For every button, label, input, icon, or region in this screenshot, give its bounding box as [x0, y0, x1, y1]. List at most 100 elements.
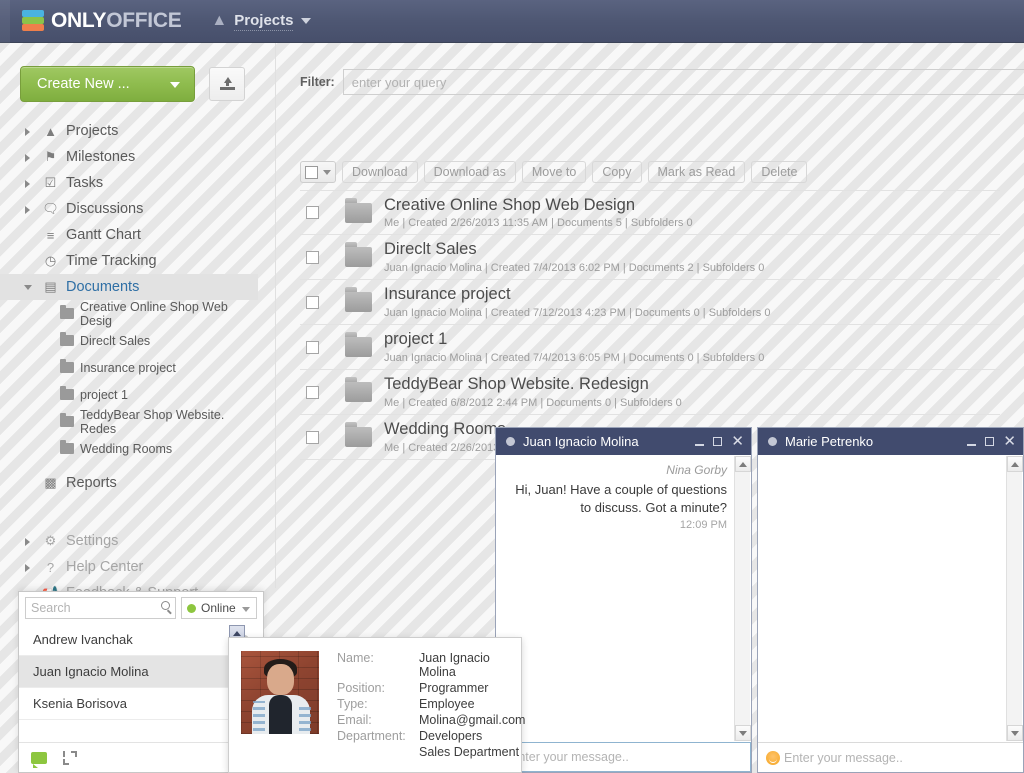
field-value-email: Molina@gmail.com	[419, 713, 526, 727]
document-meta: Me | Created 6/8/2012 2:44 PM | Document…	[384, 396, 682, 409]
chevron-right-icon[interactable]	[25, 180, 30, 188]
filter-input[interactable]	[342, 69, 1024, 95]
folder-icon	[60, 359, 74, 373]
minimize-icon[interactable]	[967, 444, 977, 446]
row-checkbox[interactable]	[306, 250, 319, 264]
documents-list: Creative Online Shop Web Design Me | Cre…	[300, 190, 1000, 460]
chevron-down-icon[interactable]	[24, 285, 32, 294]
delete-button[interactable]: Delete	[751, 161, 808, 183]
sidebar-subitem-project-1[interactable]: project 1	[0, 381, 258, 408]
sidebar-subitem-teddybear-shop[interactable]: TeddyBear Shop Website. Redes	[0, 408, 258, 436]
minimize-icon[interactable]	[695, 444, 705, 446]
list-item[interactable]: Ksenia Borisova	[19, 688, 263, 720]
table-row[interactable]: TeddyBear Shop Website. Redesign Me | Cr…	[300, 370, 1000, 415]
select-all-dropdown[interactable]	[300, 161, 336, 183]
sidebar-item-gantt-chart[interactable]: ≡ Gantt Chart	[0, 222, 258, 248]
logo-stack-icon	[22, 10, 44, 32]
chat-input-juan[interactable]: Enter your message..	[496, 742, 751, 772]
row-checkbox[interactable]	[306, 340, 319, 354]
sidebar-subitem-wedding-rooms[interactable]: Wedding Rooms	[0, 435, 258, 462]
expand-icon[interactable]	[63, 750, 77, 765]
onlyoffice-logo[interactable]: ONLYOFFICE	[22, 9, 182, 33]
chevron-right-icon[interactable]	[25, 538, 30, 546]
mark-as-read-button[interactable]: Mark as Read	[647, 161, 746, 183]
table-row[interactable]: Creative Online Shop Web Design Me | Cre…	[300, 190, 1000, 235]
move-to-button[interactable]: Move to	[521, 161, 587, 183]
maximize-icon[interactable]	[713, 437, 723, 446]
sidebar-item-discussions[interactable]: 🗨 Discussions	[0, 196, 258, 222]
create-new-button[interactable]: Create New ...	[20, 66, 195, 102]
row-checkbox[interactable]	[306, 295, 319, 309]
sidebar-subitem-creative-online-shop[interactable]: Creative Online Shop Web Desig	[0, 300, 258, 328]
scroll-down-icon[interactable]	[735, 725, 751, 741]
projects-icon: ▲	[44, 123, 57, 139]
chevron-right-icon[interactable]	[25, 564, 30, 572]
scroll-up-icon[interactable]	[1007, 456, 1023, 472]
sidebar-item-reports[interactable]: ▩ Reports	[0, 470, 258, 496]
scroll-down-icon[interactable]	[1007, 725, 1023, 741]
contact-info-card: Name: Juan Ignacio Molina Position: Prog…	[228, 637, 526, 773]
chat-window-marie[interactable]: Marie Petrenko ✕ Enter your message..	[757, 427, 1024, 773]
row-checkbox[interactable]	[306, 385, 319, 399]
sidebar-item-time-tracking[interactable]: ◷ Time Tracking	[0, 248, 258, 274]
chat-message: Nina Gorby Hi, Juan! Have a couple of qu…	[496, 455, 751, 535]
table-row[interactable]: Insurance project Juan Ignacio Molina | …	[300, 280, 1000, 325]
sidebar-item-documents[interactable]: ▤ Documents	[0, 274, 258, 300]
list-item[interactable]: Juan Ignacio Molina	[19, 656, 263, 688]
maximize-icon[interactable]	[985, 437, 995, 446]
folder-icon	[60, 305, 74, 319]
row-checkbox[interactable]	[306, 430, 319, 444]
list-item[interactable]: Andrew Ivanchak	[19, 624, 263, 656]
download-as-button[interactable]: Download as	[423, 161, 516, 183]
document-meta: Juan Ignacio Molina | Created 7/12/2013 …	[384, 306, 771, 319]
folder-icon	[60, 332, 74, 346]
chat-input-marie[interactable]: Enter your message..	[758, 742, 1023, 772]
flag-icon: ⚑	[44, 149, 57, 164]
search-input[interactable]: Search	[25, 597, 176, 619]
filter-label: Filter:	[300, 75, 335, 89]
close-icon[interactable]: ✕	[1003, 434, 1016, 449]
chevron-right-icon[interactable]	[25, 154, 30, 162]
sidebar-item-tasks[interactable]: ☑ Tasks	[0, 170, 258, 196]
chevron-right-icon[interactable]	[25, 128, 30, 136]
chat-scrollbar[interactable]	[734, 456, 751, 741]
documents-toolbar: Download Download as Move to Copy Mark a…	[300, 161, 808, 183]
copy-button[interactable]: Copy	[592, 161, 642, 183]
row-checkbox[interactable]	[306, 206, 319, 219]
module-selector[interactable]: ▲ Projects	[211, 12, 312, 31]
chat-window-juan[interactable]: Juan Ignacio Molina ✕ Nina Gorby Hi, Jua…	[495, 427, 752, 773]
app-root: ONLYOFFICE ▲ Projects Filter: Download D…	[0, 0, 1024, 773]
field-label-email: Email:	[337, 713, 372, 727]
table-row[interactable]: Direclt Sales Juan Ignacio Molina | Crea…	[300, 235, 1000, 280]
top-header: ONLYOFFICE ▲ Projects	[0, 0, 1024, 43]
sidebar-subitem-insurance-project[interactable]: Insurance project	[0, 354, 258, 381]
field-label-type: Type:	[337, 697, 368, 711]
sidebar-item-settings[interactable]: ⚙ Settings	[0, 528, 258, 554]
emoji-icon[interactable]	[766, 750, 780, 765]
chat-scrollbar[interactable]	[1006, 456, 1023, 741]
field-value-type: Employee	[419, 697, 475, 711]
chevron-right-icon[interactable]	[25, 206, 30, 214]
sidebar-subitem-label: project 1	[80, 387, 128, 402]
select-all-checkbox[interactable]	[305, 165, 318, 179]
scroll-up-icon[interactable]	[735, 456, 751, 472]
status-dropdown[interactable]: Online	[181, 597, 257, 619]
bar-chart-icon: ▩	[44, 475, 57, 490]
upload-button[interactable]	[209, 67, 245, 101]
message-time: 12:09 PM	[679, 519, 727, 532]
sidebar-item-help-center[interactable]: ? Help Center	[0, 554, 258, 580]
create-row: Create New ...	[20, 66, 245, 102]
download-button[interactable]: Download	[342, 161, 418, 183]
chat-title-bar[interactable]: Marie Petrenko ✕	[758, 428, 1023, 455]
chat-title-bar[interactable]: Juan Ignacio Molina ✕	[496, 428, 751, 455]
sidebar-item-milestones[interactable]: ⚑ Milestones	[0, 144, 258, 170]
contact-name: Ksenia Borisova	[33, 696, 127, 711]
chat-input-placeholder: Enter your message..	[784, 750, 903, 765]
sidebar-subitem-direclt-sales[interactable]: Direclt Sales	[0, 327, 258, 354]
upload-icon	[219, 76, 235, 92]
search-icon[interactable]	[161, 601, 170, 610]
table-row[interactable]: project 1 Juan Ignacio Molina | Created …	[300, 325, 1000, 370]
chat-bubble-icon[interactable]	[31, 751, 47, 768]
sidebar-item-projects[interactable]: ▲ Projects	[0, 118, 258, 144]
close-icon[interactable]: ✕	[731, 434, 744, 449]
